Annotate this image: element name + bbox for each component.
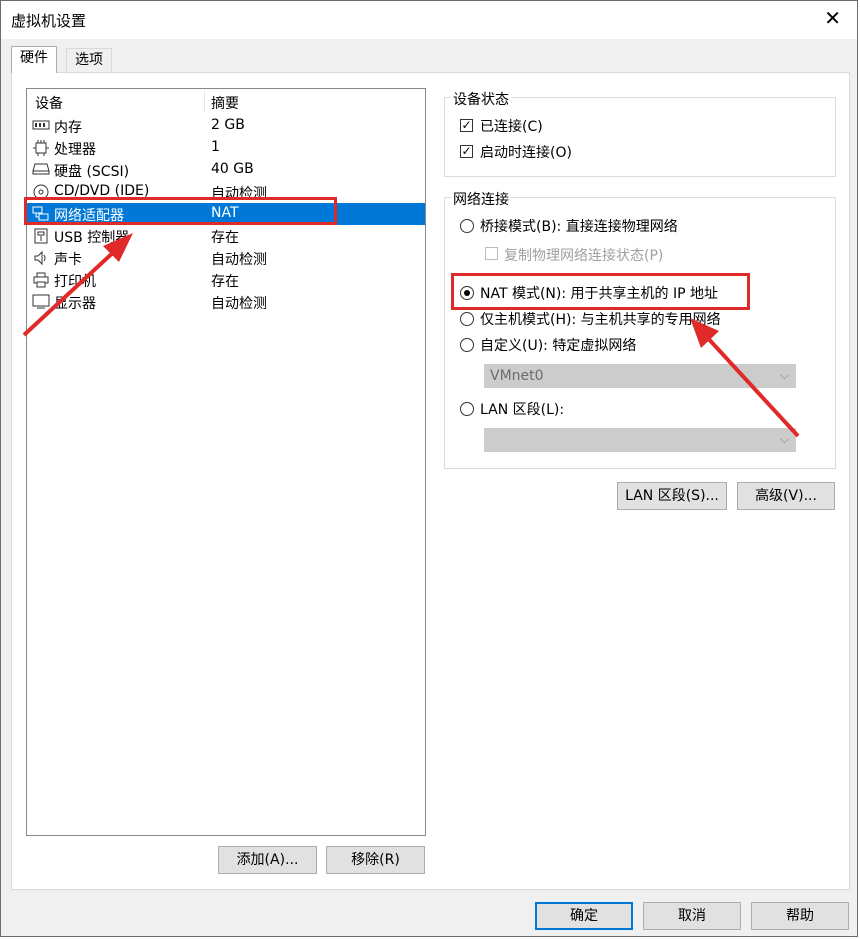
lan-segment-radio[interactable]	[460, 402, 474, 416]
device-name: USB 控制器	[54, 230, 130, 246]
device-name: 打印机	[54, 274, 96, 290]
annotation-box-network-adapter	[24, 197, 337, 225]
cancel-button[interactable]: 取消	[643, 902, 741, 930]
device-summary: 1	[211, 139, 220, 155]
add-device-button[interactable]: 添加(A)...	[218, 846, 317, 874]
custom-label[interactable]: 自定义(U): 特定虚拟网络	[480, 335, 636, 355]
device-row-processor[interactable]: 处理器 1	[27, 137, 425, 159]
monitor-icon	[32, 294, 50, 310]
connected-checkbox[interactable]: ✓	[460, 119, 473, 132]
annotation-box-nat	[451, 273, 750, 310]
device-name: 处理器	[54, 142, 96, 158]
lan-segment-select[interactable]: ⌵	[484, 428, 796, 452]
device-summary: 存在	[211, 274, 239, 290]
column-header-summary[interactable]: 摘要	[211, 93, 239, 113]
connect-at-power-on-checkbox[interactable]: ✓	[460, 145, 473, 158]
ok-button[interactable]: 确定	[535, 902, 633, 930]
memory-icon	[32, 118, 50, 134]
bridged-radio[interactable]	[460, 219, 474, 233]
device-summary: 2 GB	[211, 117, 245, 133]
device-name: 声卡	[54, 252, 82, 268]
tab-options[interactable]: 选项	[66, 48, 112, 72]
device-row-printer[interactable]: 打印机 存在	[27, 269, 425, 291]
custom-network-select[interactable]: VMnet0 ⌵	[484, 364, 796, 388]
list-header: 设备 摘要	[27, 89, 425, 115]
remove-device-button[interactable]: 移除(R)	[326, 846, 425, 874]
device-row-usb[interactable]: USB 控制器 存在	[27, 225, 425, 247]
device-status-group: 设备状态	[444, 89, 836, 177]
processor-icon	[32, 140, 50, 156]
device-name: 内存	[54, 120, 82, 136]
tab-hardware[interactable]: 硬件	[11, 46, 57, 73]
host-only-label[interactable]: 仅主机模式(H): 与主机共享的专用网络	[480, 309, 721, 329]
device-name: 显示器	[54, 296, 96, 312]
window-title: 虚拟机设置	[11, 12, 87, 30]
replicate-state-label[interactable]: 复制物理网络连接状态(P)	[504, 245, 663, 265]
bridged-label[interactable]: 桥接模式(B): 直接连接物理网络	[480, 216, 678, 236]
vm-settings-dialog: 虚拟机设置 ✕ 硬件 选项 设备 摘要 内存 2 GB 处理器 1 硬盘 (SC…	[0, 0, 858, 937]
chevron-down-icon: ⌵	[779, 432, 789, 446]
usb-icon	[32, 228, 50, 244]
advanced-button[interactable]: 高级(V)...	[737, 482, 835, 510]
replicate-state-checkbox[interactable]	[485, 247, 498, 260]
device-status-title: 设备状态	[451, 89, 511, 109]
device-row-sound[interactable]: 声卡 自动检测	[27, 247, 425, 269]
lan-segments-button[interactable]: LAN 区段(S)...	[617, 482, 727, 510]
device-summary: 自动检测	[211, 296, 267, 312]
device-name: 硬盘 (SCSI)	[54, 164, 130, 180]
host-only-radio[interactable]	[460, 312, 474, 326]
device-summary: 自动检测	[211, 252, 267, 268]
device-row-memory[interactable]: 内存 2 GB	[27, 115, 425, 137]
network-connection-title: 网络连接	[451, 189, 511, 209]
column-header-device[interactable]: 设备	[35, 93, 63, 113]
close-icon[interactable]: ✕	[824, 8, 841, 28]
device-row-display[interactable]: 显示器 自动检测	[27, 291, 425, 313]
hard-disk-icon	[32, 162, 50, 178]
connected-label[interactable]: 已连接(C)	[480, 116, 543, 136]
column-divider[interactable]	[204, 91, 205, 113]
connect-at-power-on-label[interactable]: 启动时连接(O)	[480, 142, 572, 162]
lan-segment-label[interactable]: LAN 区段(L):	[480, 399, 564, 419]
device-row-hard-disk[interactable]: 硬盘 (SCSI) 40 GB	[27, 159, 425, 181]
custom-radio[interactable]	[460, 338, 474, 352]
device-summary: 存在	[211, 230, 239, 246]
help-button[interactable]: 帮助	[751, 902, 849, 930]
title-bar: 虚拟机设置 ✕	[1, 1, 857, 39]
custom-network-value: VMnet0	[490, 368, 544, 384]
printer-icon	[32, 272, 50, 288]
device-summary: 40 GB	[211, 161, 254, 177]
chevron-down-icon: ⌵	[779, 368, 789, 382]
sound-icon	[32, 250, 50, 266]
